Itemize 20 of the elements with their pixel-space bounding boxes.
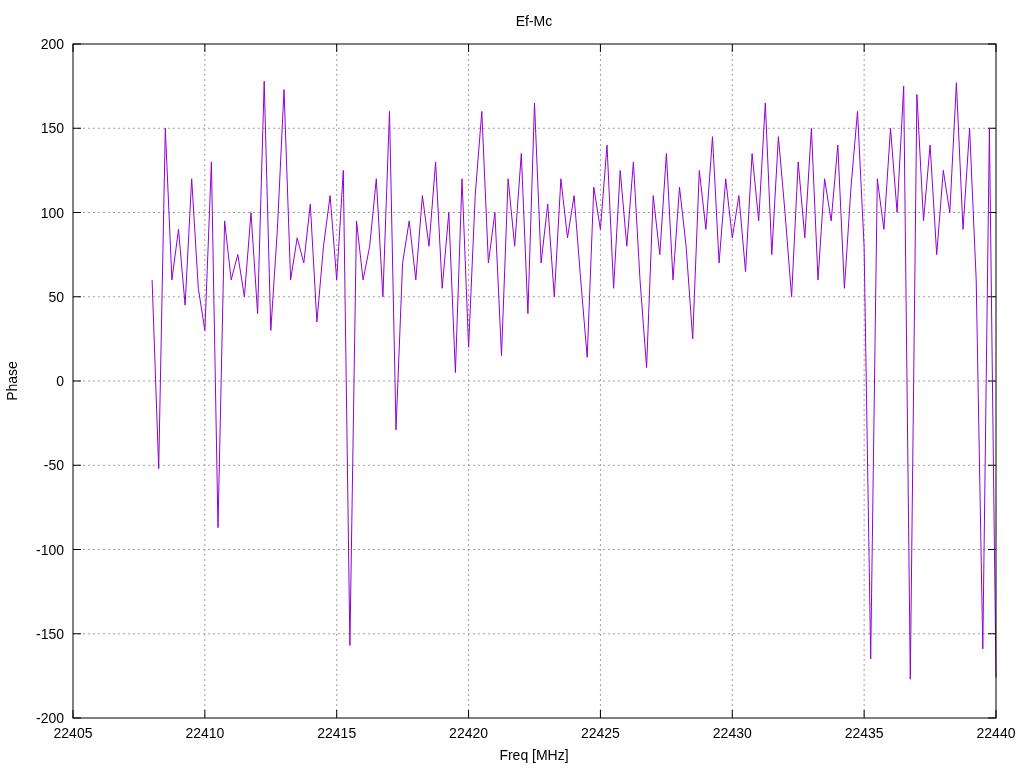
- y-tick-label: 0: [56, 373, 64, 389]
- y-tick-label: 100: [40, 204, 64, 221]
- x-tick-label: 22435: [844, 725, 884, 741]
- y-axis-label: Phase: [4, 361, 20, 401]
- x-tick-label: 22430: [712, 725, 752, 741]
- chart-title: Ef-Mc: [515, 13, 553, 29]
- x-tick-label: 22440: [976, 725, 1016, 741]
- x-tick-label: 22425: [580, 725, 620, 741]
- y-tick-label: -100: [35, 541, 64, 558]
- x-tick-label: 22405: [53, 725, 93, 741]
- y-tick-label: 50: [48, 288, 64, 305]
- y-tick-label: 200: [40, 36, 64, 52]
- x-tick-label: 22420: [449, 725, 489, 741]
- y-tick-label: -200: [35, 710, 64, 726]
- y-tick-label: -50: [43, 457, 64, 474]
- y-tick-label: 150: [40, 120, 64, 137]
- x-axis-label: Freq [MHz]: [499, 747, 569, 763]
- y-tick-label: -150: [35, 625, 64, 642]
- x-tick-label: 22415: [317, 725, 357, 741]
- x-tick-label: 22410: [185, 725, 225, 741]
